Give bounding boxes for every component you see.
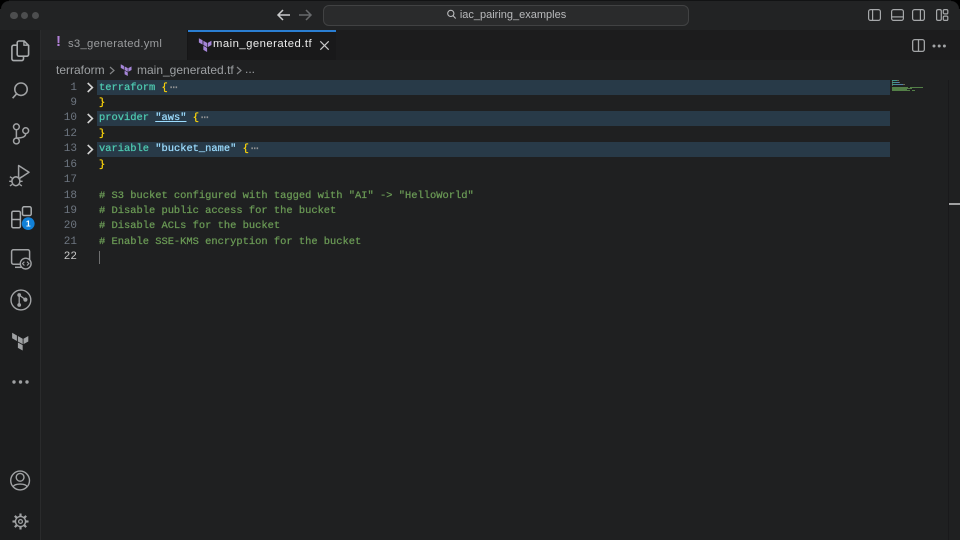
svg-text:1: 1 bbox=[26, 219, 31, 229]
